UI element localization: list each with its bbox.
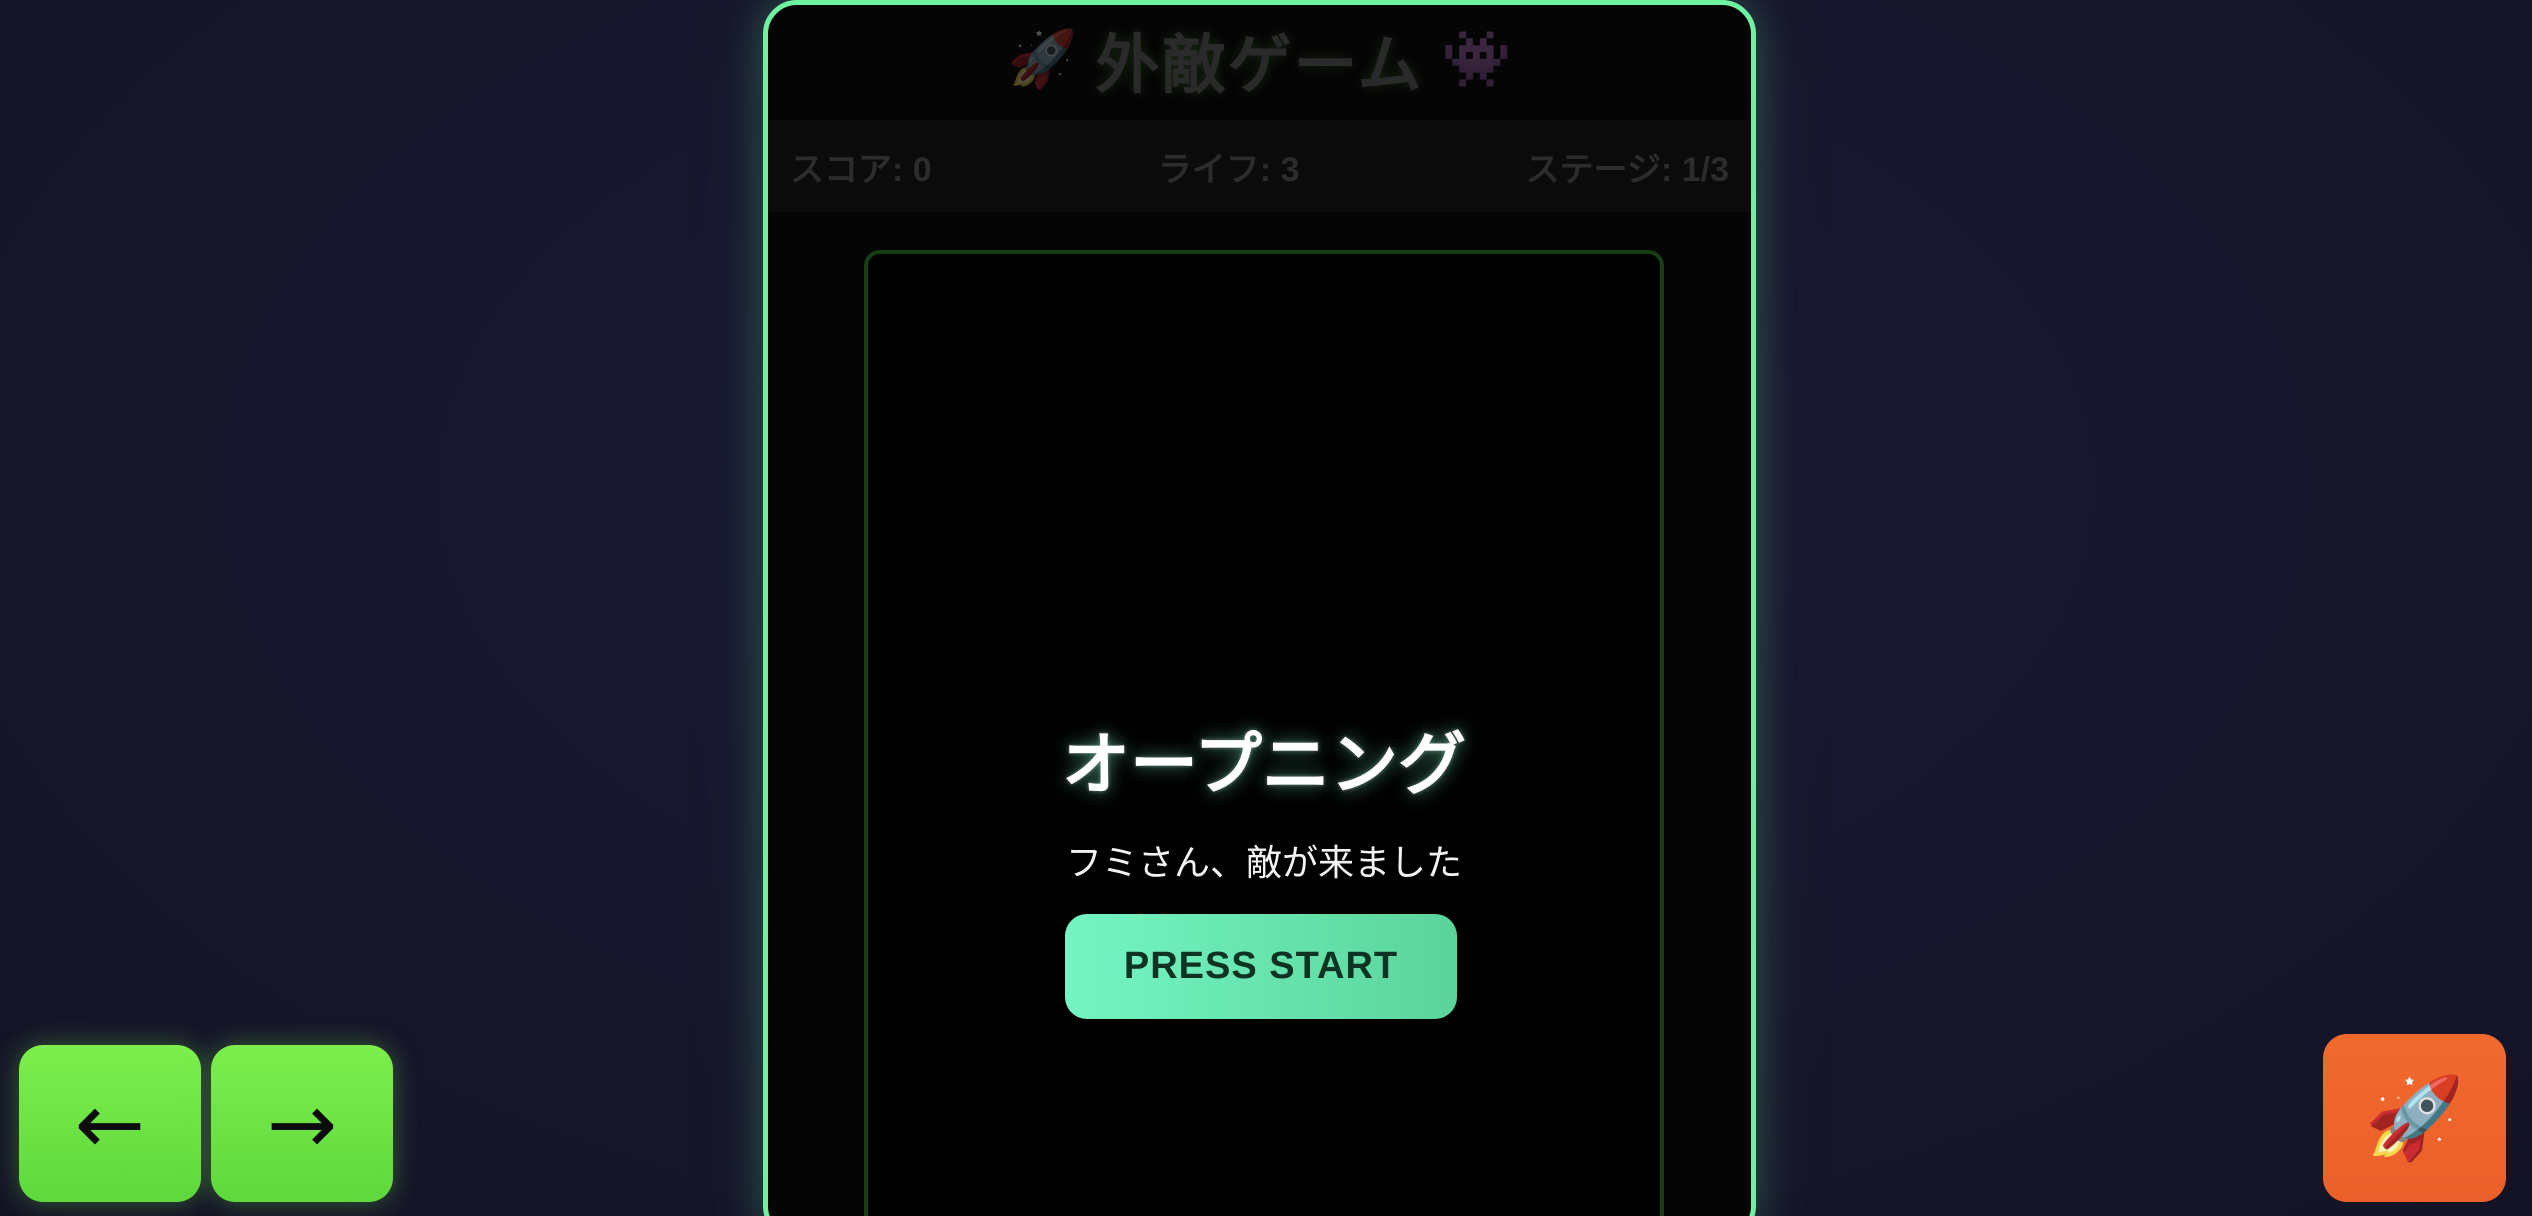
lives-display: ライフ: 3 (1157, 150, 1300, 189)
overlay-title: オープニング (1062, 726, 1466, 805)
score-display: スコア: 0 (790, 150, 932, 189)
move-left-button[interactable]: ← (19, 1045, 201, 1202)
overlay-message: フミさん、敵が来ました (1065, 843, 1462, 884)
move-right-button[interactable]: → (211, 1045, 393, 1202)
game-frame: 🚀 外敵ゲーム 👾 スコア: 0 ライフ: 3 ステージ: 1/3 オープニング… (763, 0, 1756, 1216)
game-header: 🚀 外敵ゲーム 👾 (768, 5, 1751, 115)
alien-monster-icon: 👾 (1441, 27, 1512, 92)
arrow-left-icon: ← (74, 1074, 146, 1173)
rocket-icon: 🚀 (2364, 1071, 2465, 1164)
arrow-right-icon: → (266, 1074, 338, 1173)
fire-button[interactable]: 🚀 (2323, 1034, 2506, 1202)
rocket-icon: 🚀 (1007, 27, 1078, 92)
opening-overlay: オープニング フミさん、敵が来ました PRESS START (868, 254, 1660, 1216)
press-start-button[interactable]: PRESS START (1065, 914, 1457, 1019)
stats-bar: スコア: 0 ライフ: 3 ステージ: 1/3 (768, 120, 1751, 212)
game-canvas[interactable]: オープニング フミさん、敵が来ました PRESS START (864, 250, 1664, 1216)
stage-display: ステージ: 1/3 (1525, 150, 1729, 189)
page: 🚀 外敵ゲーム 👾 スコア: 0 ライフ: 3 ステージ: 1/3 オープニング… (0, 0, 2532, 1216)
game-title: 外敵ゲーム (1095, 29, 1424, 103)
